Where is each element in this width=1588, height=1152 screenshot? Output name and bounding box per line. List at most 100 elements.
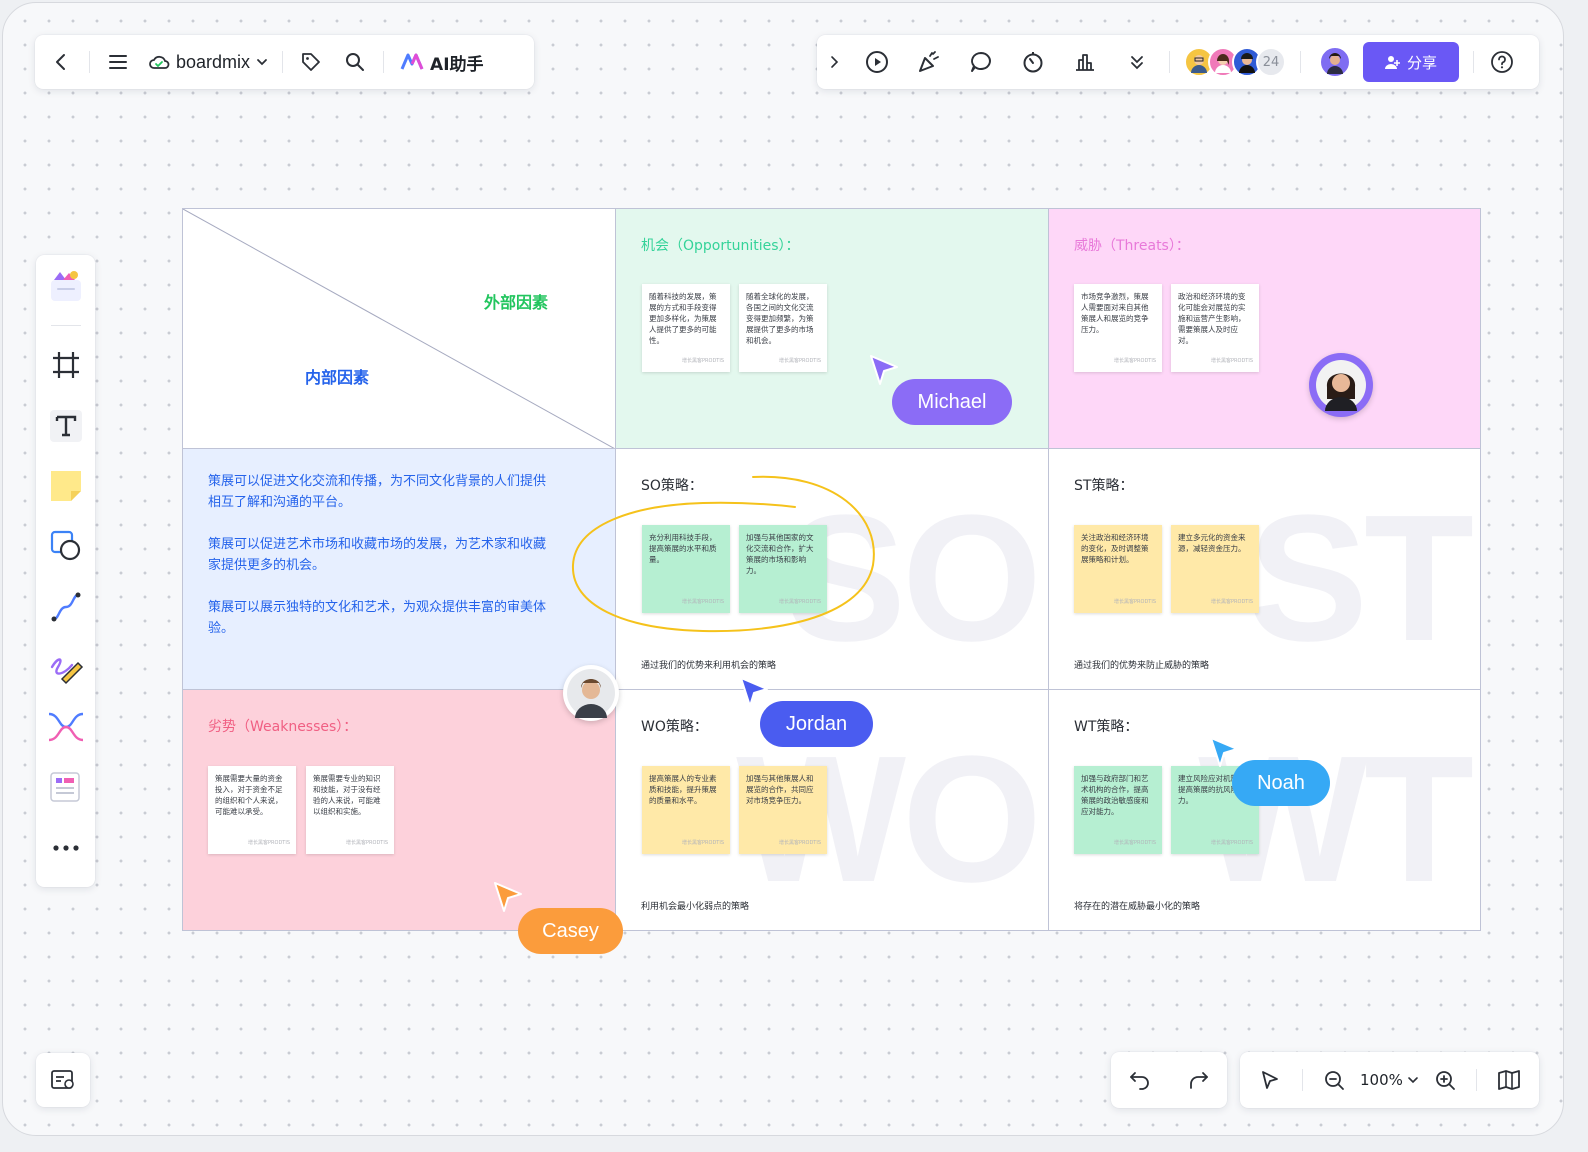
threats-cell[interactable]: 威胁（Threats）： 市场竞争激烈，策展人需要面对来自其他策展人和展览的竞争…	[1048, 208, 1481, 449]
ai-logo-icon	[400, 53, 424, 70]
note-text: 加强与政府部门和艺术机构的合作，提高策展的政治敏感度和应对能力。	[1081, 774, 1149, 816]
canvas[interactable]: boardmix AI助手 24 分享 外部因素 内部因素 机会（Opportu…	[2, 2, 1564, 1136]
help-icon[interactable]	[1480, 40, 1524, 84]
left-toolbar	[36, 255, 95, 887]
st-footer: 通过我们的优势来防止威胁的策略	[1074, 661, 1210, 671]
sticky-note[interactable]: 建立多元化的资金来源，减轻资金压力。 增长黑客PRODTIS	[1171, 525, 1259, 613]
pen-icon[interactable]	[44, 646, 88, 688]
note-footer: 增长黑客PRODTIS	[1211, 599, 1253, 605]
wt-strategy-cell[interactable]: WT WT策略： 加强与政府部门和艺术机构的合作，提高策展的政治敏感度和应对能力…	[1048, 689, 1481, 931]
zoom-level-dropdown[interactable]: 100%	[1360, 1071, 1419, 1089]
avatar-pin[interactable]	[1309, 353, 1373, 417]
book-icon[interactable]	[1487, 1058, 1531, 1102]
back-icon[interactable]	[39, 40, 83, 84]
sticky-note[interactable]: 随着科技的发展，策展的方式和手段变得更加多样化，为策展人提供了更多的可能性。 增长…	[642, 284, 730, 372]
undo-icon[interactable]	[1118, 1058, 1162, 1102]
note-footer: 增长黑客PRODTIS	[1114, 599, 1156, 605]
minimap-button[interactable]	[36, 1053, 90, 1107]
note-text: 政治和经济环境的变化可能会对展览的实施和运营产生影响，需要策展人及时应对。	[1178, 292, 1246, 345]
external-factors-label: 外部因素	[484, 293, 549, 312]
menu-icon[interactable]	[96, 40, 140, 84]
chevron-down-icon	[1408, 1077, 1418, 1084]
st-watermark: ST	[1247, 478, 1474, 679]
so-footer: 通过我们的优势来利用机会的策略	[641, 661, 777, 671]
add-user-icon	[1384, 56, 1400, 69]
sticky-note[interactable]: 加强与其他策展人和展览的合作，共同应对市场竞争压力。增长黑客PRODTIS	[739, 766, 827, 854]
divider	[50, 325, 81, 327]
drawn-circle-annotation[interactable]	[563, 465, 883, 645]
collaborator-avatars[interactable]: 24	[1184, 47, 1286, 77]
note-text: 策展需要专业的知识和技能，对于没有经验的人来说，可能难以组织和实施。	[313, 774, 381, 816]
sticky-note[interactable]: 策展需要大量的资金投入，对于资金不足的组织和个人来说，可能难以承受。 增长黑客PR…	[208, 766, 296, 854]
mindmap-icon[interactable]	[44, 706, 88, 748]
strengths-cell[interactable]: 策展可以促进文化交流和传播，为不同文化背景的人们提供相互了解和沟通的平台。 策展…	[182, 448, 616, 690]
noah-cursor-label: Noah	[1232, 760, 1330, 806]
michael-cursor-label: Michael	[892, 379, 1012, 425]
jordan-cursor-label: Jordan	[760, 701, 873, 747]
comment-icon[interactable]	[955, 40, 1007, 84]
wo-title: WO策略：	[641, 719, 708, 735]
zoom-in-icon[interactable]	[1423, 1058, 1467, 1102]
template-icon[interactable]	[44, 265, 88, 307]
frame-icon[interactable]	[44, 344, 88, 386]
wt-title: WT策略：	[1074, 719, 1139, 735]
wt-footer: 将存在的潜在威胁最小化的策略	[1074, 902, 1201, 912]
michael-cursor-icon	[870, 355, 898, 385]
divider	[1476, 1069, 1478, 1091]
play-icon[interactable]	[851, 40, 903, 84]
more-down-icon[interactable]	[1111, 40, 1163, 84]
chevron-right-icon[interactable]	[817, 40, 851, 84]
note-footer: 增长黑客PRODTIS	[1211, 358, 1253, 364]
sticky-note[interactable]: 策展需要专业的知识和技能，对于没有经验的人来说，可能难以组织和实施。 增长黑客PR…	[306, 766, 394, 854]
timer-icon[interactable]	[1007, 40, 1059, 84]
sticky-note[interactable]: 政治和经济环境的变化可能会对展览的实施和运营产生影响，需要策展人及时应对。增长黑…	[1171, 284, 1259, 372]
wo-footer: 利用机会最小化弱点的策略	[641, 902, 750, 912]
search-icon[interactable]	[333, 40, 377, 84]
sticky-note[interactable]: 关注政治和经济环境的变化，及时调整策展策略和计划。增长黑客PRODTIS	[1074, 525, 1162, 613]
note-text: 策展需要大量的资金投入，对于资金不足的组织和个人来说，可能难以承受。	[215, 774, 283, 816]
note-footer: 增长黑客PRODTIS	[682, 840, 724, 846]
zoom-level: 100%	[1360, 1071, 1403, 1089]
collaborator-count[interactable]: 24	[1256, 47, 1286, 77]
minimap-icon	[51, 1070, 74, 1089]
file-name-dropdown[interactable]: boardmix	[140, 52, 276, 73]
divider	[89, 51, 90, 73]
sticky-note[interactable]: 加强与政府部门和艺术机构的合作，提高策展的政治敏感度和应对能力。 增长黑客PROD…	[1074, 766, 1162, 854]
divider	[1300, 51, 1301, 73]
connector-icon[interactable]	[44, 585, 88, 627]
zoom-controls: 100%	[1240, 1052, 1539, 1108]
vote-icon[interactable]	[1059, 40, 1111, 84]
share-button[interactable]: 分享	[1363, 42, 1459, 82]
user-avatar[interactable]	[1319, 46, 1351, 78]
casey-cursor-icon	[494, 882, 522, 912]
header-cell[interactable]: 外部因素 内部因素	[182, 208, 616, 449]
zoom-out-icon[interactable]	[1312, 1058, 1356, 1102]
diagonal-line	[183, 209, 615, 448]
note-text: 加强与其他策展人和展览的合作，共同应对市场竞争压力。	[746, 774, 814, 805]
sticky-note[interactable]: 市场竞争激烈，策展人需要面对来自其他策展人和展览的竞争压力。 增长黑客PRODTI…	[1074, 284, 1162, 372]
noah-cursor-icon	[1210, 737, 1238, 767]
top-right-toolbar: 24 分享	[817, 35, 1539, 89]
more-icon[interactable]	[44, 827, 88, 869]
weaknesses-cell[interactable]: 劣势（Weaknesses）： 策展需要大量的资金投入，对于资金不足的组织和个人…	[182, 689, 616, 931]
note-footer: 增长黑客PRODTIS	[1211, 840, 1253, 846]
shape-icon[interactable]	[44, 525, 88, 567]
strength-paragraph: 策展可以展示独特的文化和艺术，为观众提供丰富的审美体验。	[208, 600, 547, 636]
divider	[1473, 51, 1474, 73]
avatar-pin[interactable]	[563, 665, 619, 721]
select-icon[interactable]	[1248, 1058, 1292, 1102]
sticky-note-icon[interactable]	[44, 465, 88, 507]
sticky-note[interactable]: 提高策展人的专业素质和技能，提升策展的质量和水平。 增长黑客PRODTIS	[642, 766, 730, 854]
st-strategy-cell[interactable]: ST ST策略： 关注政治和经济环境的变化，及时调整策展策略和计划。 增长黑客PR…	[1048, 448, 1481, 690]
note-footer: 增长黑客PRODTIS	[779, 840, 821, 846]
redo-icon[interactable]	[1176, 1058, 1220, 1102]
internal-factors-label: 内部因素	[305, 368, 370, 387]
celebrate-icon[interactable]	[903, 40, 955, 84]
ai-assistant-button[interactable]: AI助手	[390, 50, 493, 75]
table-icon[interactable]	[44, 766, 88, 808]
note-text: 关注政治和经济环境的变化，及时调整策展策略和计划。	[1081, 533, 1149, 564]
tag-icon[interactable]	[289, 40, 333, 84]
text-icon[interactable]	[44, 405, 88, 447]
sticky-note[interactable]: 随着全球化的发展，各国之间的文化交流变得更加频繁，为策展提供了更多的市场和机会。…	[739, 284, 827, 372]
file-name: boardmix	[176, 51, 251, 72]
